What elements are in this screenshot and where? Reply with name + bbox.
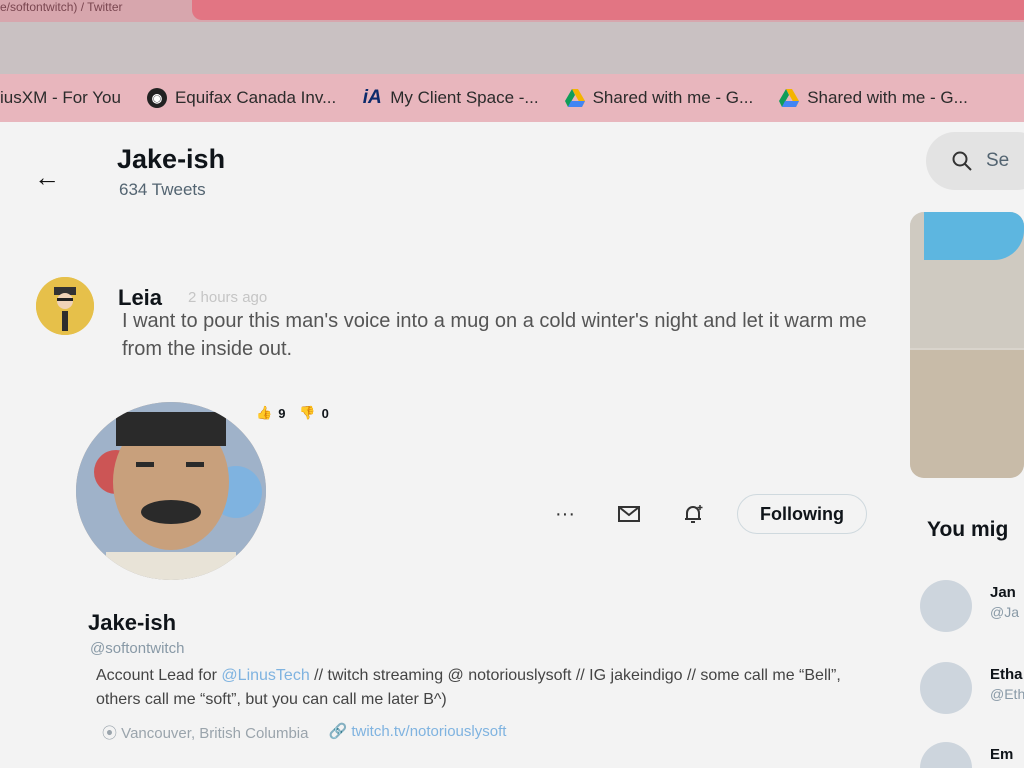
suggested-account[interactable]: Etha @Eth	[920, 662, 1024, 718]
thumbs-up-icon: 👍	[256, 405, 273, 420]
location: ⦿ Vancouver, British Columbia	[102, 722, 308, 743]
website-text[interactable]: twitch.tv/notoriouslysoft	[351, 723, 506, 740]
profile-handle: @softontwitch	[90, 640, 185, 657]
profile-name: Jake-ish	[88, 610, 177, 635]
location-text: Vancouver, British Columbia	[121, 725, 309, 742]
profile-avatar[interactable]	[76, 402, 266, 580]
dislike-count: 0	[321, 405, 329, 421]
twitter-page: ← Jake-ish 634 Tweets Leia 2 hours ago I…	[0, 122, 1024, 768]
google-drive-icon	[564, 88, 585, 108]
globe-icon: ◉	[146, 88, 167, 108]
bookmark-shared-with-me-1[interactable]: Shared with me - G...	[564, 88, 754, 108]
comment-actions: 👍 9 👎 0	[256, 405, 329, 421]
media-thumbnail[interactable]	[910, 212, 1024, 348]
avatar[interactable]	[36, 277, 94, 335]
bookmark-label: iusXM - For You	[0, 88, 121, 107]
back-arrow-icon[interactable]: ←	[34, 162, 60, 193]
dislike-button[interactable]: 👎 0	[299, 405, 328, 421]
search-icon	[952, 151, 972, 171]
google-drive-icon	[779, 88, 800, 108]
following-button[interactable]: Following	[737, 494, 867, 534]
avatar[interactable]	[920, 662, 972, 714]
avatar[interactable]	[920, 580, 972, 632]
suggested-account[interactable]: Jan @Ja	[920, 580, 1024, 636]
ia-icon: iA	[362, 87, 382, 108]
bookmark-shared-with-me-2[interactable]: Shared with me - G...	[779, 88, 968, 108]
comment-timestamp: 2 hours ago	[188, 289, 268, 306]
like-button[interactable]: 👍 9	[256, 405, 285, 421]
bookmark-label: Shared with me - G...	[592, 88, 754, 107]
tweet-count: 634 Tweets	[119, 180, 206, 199]
bookmark-label: Equifax Canada Inv...	[174, 88, 337, 107]
more-button[interactable]: ···	[545, 494, 585, 534]
envelope-icon[interactable]	[609, 494, 649, 534]
profile-column: ← Jake-ish 634 Tweets Leia 2 hours ago I…	[0, 122, 900, 768]
suggested-handle: @Ja	[990, 604, 1019, 620]
bio-mention-link[interactable]: @LinusTech	[221, 667, 309, 684]
search-placeholder: Se	[986, 150, 1010, 171]
page-title: Jake-ish	[117, 144, 226, 174]
notification-bell-icon[interactable]	[673, 494, 713, 534]
suggested-account[interactable]: Em	[920, 742, 1024, 768]
avatar[interactable]	[920, 742, 972, 768]
bookmark-label: My Client Space -...	[390, 88, 539, 107]
who-to-follow-title: You mig	[927, 518, 1009, 541]
bookmark-equifax[interactable]: ◉ Equifax Canada Inv...	[146, 88, 337, 108]
suggested-name: Em	[990, 746, 1014, 763]
profile-bio: Account Lead for @LinusTech // twitch st…	[96, 664, 856, 712]
active-tab[interactable]	[192, 0, 1024, 20]
bookmark-label: Shared with me - G...	[807, 88, 968, 107]
media-thumbnail[interactable]	[910, 350, 1024, 478]
suggested-name: Jan	[990, 584, 1016, 601]
suggested-handle: @Eth	[990, 686, 1024, 702]
suggested-name: Etha	[990, 666, 1023, 683]
bio-text: Account Lead for	[96, 667, 222, 684]
comment-text: I want to pour this man's voice into a m…	[122, 310, 867, 360]
browser-tab-strip: e/softontwitch) / Twitter	[0, 0, 1024, 22]
right-sidebar: Se You mig Jan @Ja Etha @Eth Em	[906, 122, 1024, 768]
media-gallery[interactable]	[910, 212, 1024, 478]
profile-meta: ⦿ Vancouver, British Columbia 🔗 twitch.t…	[102, 722, 506, 743]
bookmark-my-client-space[interactable]: iA My Client Space -...	[362, 87, 539, 108]
search-input[interactable]: Se	[926, 132, 1024, 190]
browser-toolbar	[0, 22, 1024, 74]
thumbs-down-icon: 👎	[299, 405, 316, 420]
location-pin-icon: ⦿	[102, 725, 122, 742]
profile-actions: ··· Following	[545, 494, 867, 534]
bookmark-siriusxm[interactable]: iusXM - For You	[0, 88, 121, 108]
link-icon: 🔗	[328, 723, 352, 740]
tab-title[interactable]: e/softontwitch) / Twitter	[0, 0, 123, 14]
bookmarks-bar: iusXM - For You ◉ Equifax Canada Inv... …	[0, 74, 1024, 122]
like-count: 9	[278, 405, 286, 421]
website-link[interactable]: 🔗 twitch.tv/notoriouslysoft	[328, 722, 506, 743]
